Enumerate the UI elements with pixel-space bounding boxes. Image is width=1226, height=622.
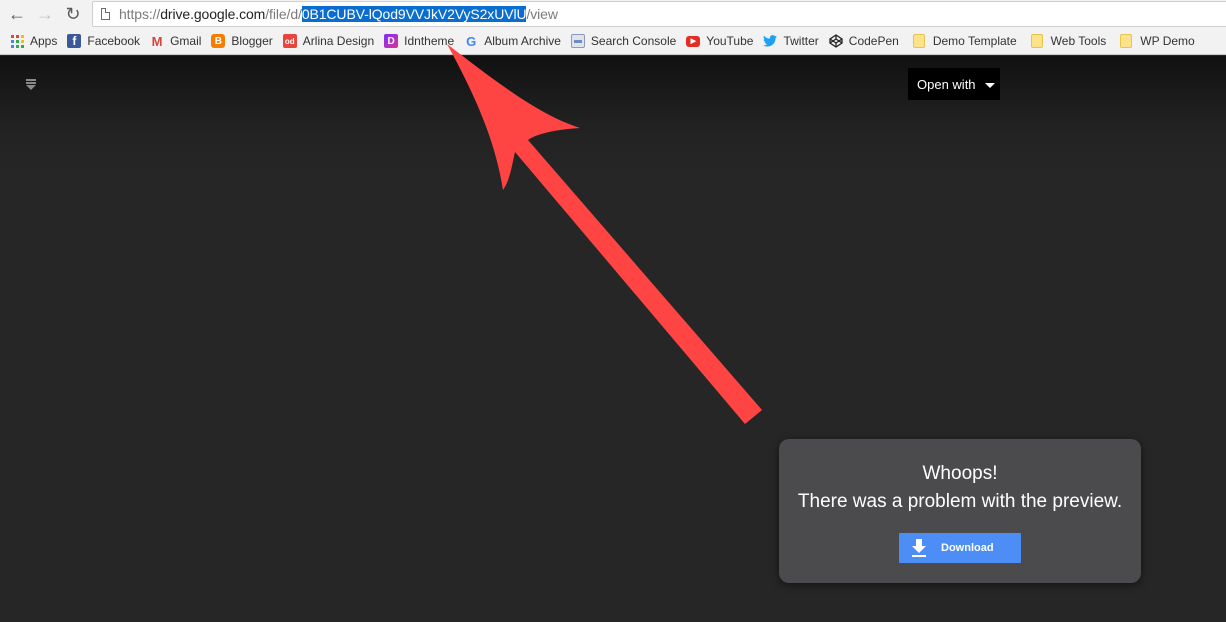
browser-toolbar: ← → ↻ https://drive.google.com/file/d/0B… [0,0,1226,28]
bookmark-label: Web Tools [1050,34,1107,48]
idntheme-icon: D [384,34,399,48]
bookmark-search-console[interactable]: Search Console [570,31,677,51]
url-text[interactable]: https://drive.google.com/file/d/0B1CUBV-… [119,6,558,22]
folder-icon [912,34,925,48]
url-path-end: /view [526,6,558,22]
bookmarks-bar: Apps f Facebook M Gmail B Blogger od Arl… [0,28,1226,55]
google-icon: G [466,33,477,49]
arlina-icon: od [282,34,297,48]
bookmark-blogger[interactable]: B Blogger [211,31,273,51]
bookmark-label: Search Console [590,34,677,48]
reload-button[interactable]: ↻ [62,3,84,25]
bookmark-label: Apps [30,34,58,48]
bookmark-folder-wp-demo[interactable]: WP Demo [1120,31,1195,51]
open-with-label: Open with [917,76,976,92]
bookmark-idntheme[interactable]: D Idntheme [384,31,454,51]
bookmark-label: Facebook [87,34,141,48]
bookmark-label: YouTube [706,34,754,48]
bookmark-twitter[interactable]: Twitter [763,31,819,51]
address-bar[interactable]: https://drive.google.com/file/d/0B1CUBV-… [92,1,1226,27]
bookmark-arlina-design[interactable]: od Arlina Design [282,31,375,51]
forward-button[interactable]: → [34,3,56,25]
back-button[interactable]: ← [6,3,28,25]
error-title: Whoops! [922,463,998,484]
codepen-icon [829,34,843,48]
bookmark-label: Demo Template [932,34,1017,48]
bookmark-label: WP Demo [1140,34,1195,48]
folder-icon [1120,34,1133,48]
twitter-icon [763,34,778,48]
url-host: drive.google.com [160,6,266,22]
youtube-icon: ▶ [686,35,701,47]
file-menu-icon[interactable] [26,78,36,90]
url-selected-file-id: 0B1CUBV-lQod9VVJkV2VyS2xUVlU [301,6,527,22]
bookmark-label: Blogger [231,34,273,48]
download-button[interactable]: Download [899,533,1021,563]
bookmark-label: Gmail [170,34,202,48]
bookmark-label: Arlina Design [302,34,375,48]
preview-error-card: Whoops! There was a problem with the pre… [779,439,1141,583]
download-icon [912,539,926,557]
chevron-down-icon [984,82,995,88]
bookmark-codepen[interactable]: CodePen [829,31,899,51]
bookmark-youtube[interactable]: ▶ YouTube [686,31,753,51]
facebook-icon: f [67,34,82,48]
bookmark-folder-web-tools[interactable]: Web Tools [1030,31,1107,51]
bookmark-apps[interactable]: Apps [10,31,57,51]
open-with-button[interactable]: Open with [908,68,1000,100]
error-message: There was a problem with the preview. [797,491,1123,512]
gmail-icon: M [151,33,163,49]
bookmark-label: Album Archive [484,34,561,48]
bookmark-label: Twitter [783,34,819,48]
url-scheme: https:// [119,6,161,22]
bookmark-folder-demo-template[interactable]: Demo Template [912,31,1017,51]
url-path: /file/d/ [265,6,302,22]
bookmark-gmail[interactable]: M Gmail [150,31,202,51]
apps-grid-icon [10,34,24,48]
blogger-icon: B [211,34,226,48]
page-icon [101,8,110,20]
search-console-icon [570,34,585,48]
bookmark-facebook[interactable]: f Facebook [67,31,140,51]
folder-icon [1030,34,1043,48]
bookmark-label: Idntheme [404,34,455,48]
download-label: Download [941,542,994,554]
bookmark-album-archive[interactable]: G Album Archive [464,31,561,51]
bookmark-label: CodePen [848,34,899,48]
